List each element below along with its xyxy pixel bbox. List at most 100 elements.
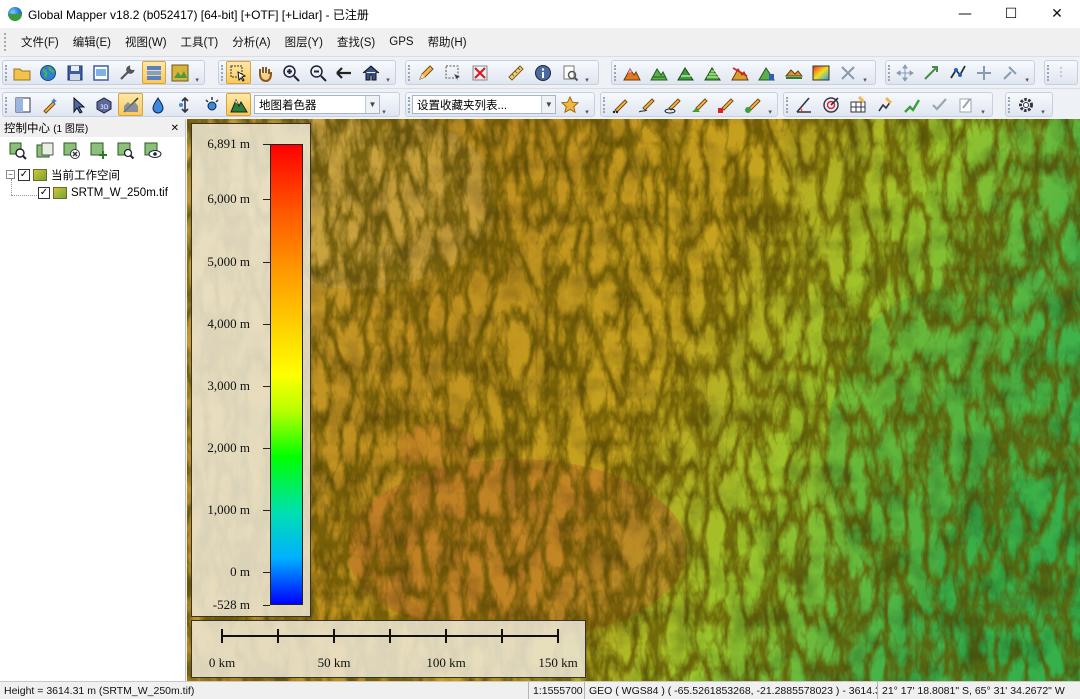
light-direction-icon[interactable]	[199, 93, 224, 116]
control-center-icon[interactable]	[141, 61, 166, 84]
map-view[interactable]: 6,891 m 6,000 m 5,000 m 4,000 m 3,000 m 2,000…	[187, 119, 1080, 681]
create-line-pen-icon[interactable]	[635, 93, 660, 116]
minimize-button[interactable]: —	[942, 0, 988, 28]
mountain-shader-icon[interactable]	[226, 93, 251, 116]
extra-toolbar	[1044, 60, 1078, 85]
terrain-orange-icon[interactable]	[619, 61, 644, 84]
toolbar-overflow-icon[interactable]: ▾	[193, 61, 201, 84]
wrench-icon[interactable]	[115, 61, 139, 84]
menu-edit[interactable]: 编辑(E)	[66, 34, 118, 50]
vertex-edit-icon[interactable]	[946, 61, 970, 84]
create-point-pen-icon[interactable]	[608, 93, 633, 116]
angle-measure-icon[interactable]	[791, 93, 816, 116]
tree-item-layer[interactable]: ✓ SRTM_W_250m.tif	[38, 184, 168, 201]
collapse-expander[interactable]: −	[6, 170, 15, 179]
back-arrow-icon[interactable]	[332, 61, 357, 84]
menu-search[interactable]: 查找(S)	[330, 34, 382, 50]
target-icon[interactable]	[818, 93, 843, 116]
menu-help[interactable]: 帮助(H)	[421, 34, 474, 50]
remove-layer-icon[interactable]	[58, 140, 85, 162]
panel-close-icon[interactable]: ✕	[171, 123, 179, 134]
create-green-area-icon[interactable]	[688, 93, 713, 116]
create-brush-icon[interactable]	[741, 93, 766, 116]
search-document-icon[interactable]	[557, 61, 582, 84]
overflow-grip-icon[interactable]	[1052, 61, 1073, 84]
digitizer-select-icon[interactable]	[226, 61, 251, 84]
menu-file[interactable]: 文件(F)	[14, 34, 66, 50]
maximize-button[interactable]: ☐	[988, 0, 1034, 28]
scale-bar-tick	[333, 629, 335, 643]
pencil-icon[interactable]	[413, 61, 438, 84]
3d-view-icon[interactable]: 3D	[91, 93, 116, 116]
print-preview-icon[interactable]	[89, 61, 113, 84]
toolbar-overflow-icon[interactable]: ▾	[583, 61, 591, 84]
toolbar-overflow-icon[interactable]: ▾	[384, 61, 392, 84]
terrain-green-icon[interactable]	[646, 61, 671, 84]
split-view-icon[interactable]	[10, 93, 35, 116]
info-icon[interactable]	[530, 61, 555, 84]
menu-gps[interactable]: GPS	[382, 36, 420, 48]
pan-hand-icon[interactable]	[253, 61, 278, 84]
home-icon[interactable]	[359, 61, 384, 84]
toolbar-overflow-icon[interactable]: ▾	[979, 93, 987, 116]
measure-ruler-icon[interactable]	[503, 61, 528, 84]
disabled-tool-icon[interactable]	[835, 61, 860, 84]
volume-icon[interactable]	[754, 61, 779, 84]
menubar-grip[interactable]	[4, 32, 8, 51]
delete-red-x-icon[interactable]	[467, 61, 492, 84]
create-red-icon[interactable]	[714, 93, 739, 116]
path-profile-icon[interactable]	[727, 61, 752, 84]
pointer-icon[interactable]	[64, 93, 89, 116]
cut-fill-icon[interactable]	[781, 61, 806, 84]
chevron-down-icon[interactable]: ▼	[541, 96, 556, 113]
search-layer-icon[interactable]	[112, 140, 139, 162]
select-area-icon[interactable]	[440, 61, 465, 84]
toolbar-overflow-icon[interactable]: ▾	[380, 93, 388, 116]
tree-item-workspace[interactable]: − ✓ 当前工作空间	[6, 166, 120, 183]
shader-select[interactable]: 地图着色器 ▼	[254, 95, 380, 114]
water-level-icon[interactable]	[145, 93, 170, 116]
globe-icon[interactable]	[36, 61, 60, 84]
rotate-icon[interactable]	[998, 61, 1022, 84]
favorites-select[interactable]: 设置收藏夹列表... ▼	[412, 95, 557, 114]
check-edit-icon[interactable]	[926, 93, 951, 116]
zoom-in-icon[interactable]	[279, 61, 304, 84]
magic-pen-icon[interactable]	[37, 93, 62, 116]
path-measure-icon[interactable]	[872, 93, 897, 116]
menu-view[interactable]: 视图(W)	[118, 34, 174, 50]
raster-calculator-icon[interactable]	[808, 61, 833, 84]
document-edit-icon[interactable]	[953, 93, 978, 116]
toolbar-overflow-icon[interactable]: ▾	[583, 93, 591, 116]
menu-layers[interactable]: 图层(Y)	[278, 34, 330, 50]
open-folder-icon[interactable]	[10, 61, 34, 84]
add-layer-icon[interactable]	[85, 140, 112, 162]
layer-checkbox[interactable]: ✓	[38, 186, 50, 199]
vertical-scale-icon[interactable]	[172, 93, 197, 116]
move-arrows-icon[interactable]	[893, 61, 917, 84]
grid-measure-icon[interactable]	[845, 93, 870, 116]
save-icon[interactable]	[63, 61, 87, 84]
layer-options-icon[interactable]	[31, 140, 58, 162]
resize-icon[interactable]	[919, 61, 943, 84]
menu-tools[interactable]: 工具(T)	[174, 34, 226, 50]
toolbar-overflow-icon[interactable]: ▾	[861, 61, 869, 84]
chevron-down-icon[interactable]: ▼	[365, 96, 379, 113]
menu-analysis[interactable]: 分析(A)	[225, 34, 277, 50]
hill-shade-icon[interactable]	[118, 93, 143, 116]
green-edit-icon[interactable]	[899, 93, 924, 116]
contour-icon[interactable]	[700, 61, 725, 84]
create-area-pen-icon[interactable]	[661, 93, 686, 116]
pan-3d-icon[interactable]	[972, 61, 996, 84]
toolbar-overflow-icon[interactable]: ▾	[1039, 93, 1047, 116]
overview-map-icon[interactable]	[168, 61, 192, 84]
close-button[interactable]: ✕	[1034, 0, 1080, 28]
view-shed-icon[interactable]	[673, 61, 698, 84]
gear-icon[interactable]	[1013, 93, 1038, 116]
star-icon[interactable]	[557, 93, 582, 116]
toolbar-overflow-icon[interactable]: ▾	[1023, 61, 1031, 84]
eye-icon[interactable]	[139, 140, 166, 162]
zoom-to-layer-icon[interactable]	[4, 140, 31, 162]
workspace-checkbox[interactable]: ✓	[18, 168, 30, 181]
zoom-out-icon[interactable]	[306, 61, 331, 84]
toolbar-overflow-icon[interactable]: ▾	[766, 93, 774, 116]
